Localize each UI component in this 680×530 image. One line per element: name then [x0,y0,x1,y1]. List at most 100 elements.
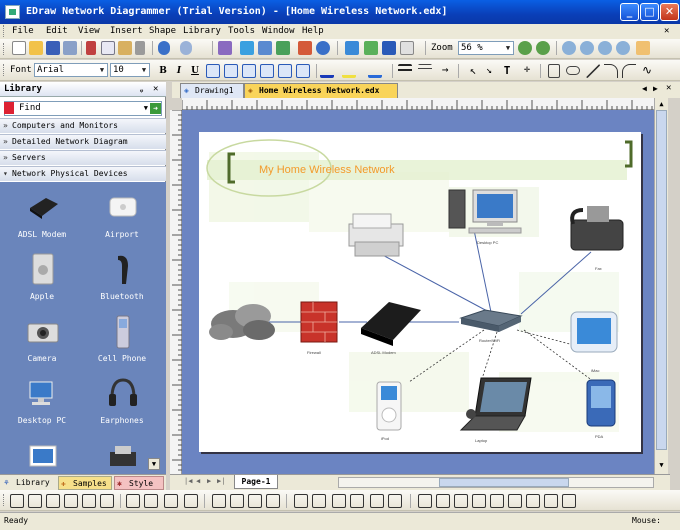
category-network-physical[interactable]: ▾ Network Physical Devices [0,166,166,181]
lock-icon[interactable] [508,494,522,508]
menu-file[interactable]: File [12,24,34,39]
pin-icon[interactable]: ᵩ [140,82,143,97]
align-middles-icon[interactable] [82,494,96,508]
same-height-icon[interactable] [184,494,198,508]
insert-picture-icon[interactable] [345,41,359,55]
group-shapes-icon[interactable] [294,494,308,508]
ipod-node[interactable]: iPod [376,381,402,441]
arrow-style-icon[interactable]: → [438,64,452,78]
library-find-input[interactable]: Find ▼ ➜ [4,101,162,116]
close-button[interactable]: ✕ [660,3,679,21]
shape-apple[interactable]: Apple [2,248,82,310]
undo-icon[interactable] [158,41,170,55]
align-centers-icon[interactable] [28,494,42,508]
zoom-fit-icon[interactable] [562,41,576,55]
menu-view[interactable]: View [78,24,100,39]
fax-node[interactable]: Fax [570,206,624,271]
connector-icon[interactable] [240,41,254,55]
snap-icon[interactable] [454,494,468,508]
menu-tools[interactable]: Tools [228,24,255,39]
fill-color-icon[interactable] [368,64,382,78]
distribute-h-icon[interactable] [126,494,140,508]
shape-adsl-modem[interactable]: ADSL Modem [2,186,82,248]
rotate-right-icon[interactable] [350,494,364,508]
scroll-thumb[interactable] [656,110,667,450]
crosshair-icon[interactable]: ✛ [520,64,534,78]
bring-front-icon[interactable] [212,494,226,508]
freeform-tool-icon[interactable]: ∿ [642,64,656,78]
align-right-icon[interactable] [242,64,256,78]
align-middle-icon[interactable] [296,64,310,78]
adsl-modem-node[interactable]: ADSL Modem [361,302,421,355]
space-v-icon[interactable] [436,494,450,508]
zoom-100-icon[interactable] [616,41,630,55]
distribute-v-icon[interactable] [144,494,158,508]
category-detailed-network[interactable]: » Detailed Network Diagram [0,134,166,149]
format-painter-icon[interactable] [135,41,145,55]
menu-window[interactable]: Window [262,24,295,39]
align-left-icon[interactable] [206,64,220,78]
tab-drawing1[interactable]: ◈ Drawing1 [180,83,244,98]
group-icon[interactable] [276,41,290,55]
category-computers-monitors[interactable]: » Computers and Monitors [0,118,166,133]
zoom-select[interactable]: 56 % ▼ [458,41,514,55]
guides-icon[interactable] [490,494,504,508]
paste-icon[interactable] [118,41,132,55]
curve-tool-icon[interactable] [622,64,636,78]
tab-scroll-left-icon[interactable]: ◀ [642,84,647,93]
laptop-node[interactable]: Laptop [459,377,532,443]
text-tool-icon[interactable]: T [500,64,514,78]
ellipse-tool-icon[interactable] [566,66,580,75]
connect-icon[interactable]: ↘ [482,64,496,78]
open-icon[interactable] [29,41,43,55]
align-top-edges-icon[interactable] [64,494,78,508]
page-tab[interactable]: Page-1 [234,475,278,489]
shape-airport[interactable]: Airport [82,186,162,248]
grid-icon[interactable] [472,494,486,508]
menu-library[interactable]: Library [183,24,221,39]
ungroup-shapes-icon[interactable] [312,494,326,508]
pointer-tool-icon[interactable] [218,41,232,55]
line-style-icon[interactable] [418,64,432,78]
arc-tool-icon[interactable] [604,64,618,78]
globe-icon[interactable] [316,41,330,55]
align-top-icon[interactable] [278,64,292,78]
table-icon[interactable] [400,41,414,55]
next-page-icon[interactable]: ▶ [207,477,211,485]
tab-library[interactable]: ⚘ Library [2,476,56,490]
font-color-icon[interactable] [320,64,334,78]
maximize-button[interactable]: □ [640,3,659,21]
tab-samples[interactable]: ✚ Samples [58,476,112,490]
internet-cloud-node[interactable] [209,304,275,340]
imac-node[interactable]: iMac [570,311,618,373]
menu-insert[interactable]: Insert [110,24,143,39]
zoom-width-icon[interactable] [598,41,612,55]
align-left-edges-icon[interactable] [10,494,24,508]
shape-earphones[interactable]: Earphones [82,372,162,434]
same-width-icon[interactable] [164,494,178,508]
font-select[interactable]: Arial ▼ [34,63,108,77]
menu-edit[interactable]: Edit [46,24,68,39]
mdi-close-icon[interactable]: ✕ [664,24,669,39]
scroll-down-button[interactable]: ▼ [148,458,160,470]
menu-help[interactable]: Help [302,24,324,39]
last-page-icon[interactable]: ▶| [217,477,225,485]
insert-chart-icon[interactable] [364,41,378,55]
minimize-button[interactable]: _ [620,3,639,21]
align-right-edges-icon[interactable] [46,494,60,508]
send-backward-icon[interactable] [266,494,280,508]
shape-camera[interactable]: Camera [2,310,82,372]
word-export-icon[interactable] [382,41,396,55]
send-back-icon[interactable] [230,494,244,508]
library-close-icon[interactable]: ✕ [153,82,158,97]
space-h-icon[interactable] [418,494,432,508]
line-weight-icon[interactable] [398,64,412,78]
flip-v-icon[interactable] [388,494,402,508]
router-node[interactable]: Router/WiFi [459,309,523,343]
copy-icon[interactable] [101,41,115,55]
align-bottom-edges-icon[interactable] [100,494,114,508]
diagram-page[interactable]: My Home Wireless Network Desktop PC Fax … [199,132,641,452]
new-icon[interactable] [12,41,26,55]
scroll-up-icon[interactable]: ▲ [656,99,667,110]
first-page-icon[interactable]: |◀ [184,477,192,485]
